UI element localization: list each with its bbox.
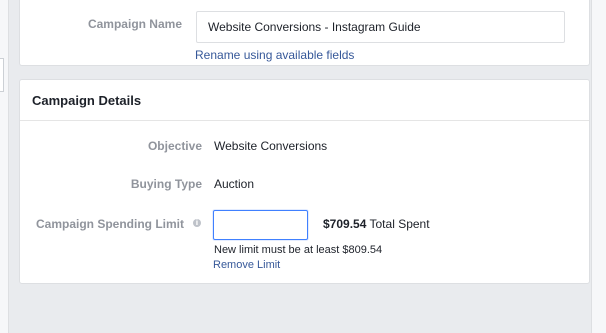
spending-limit-label: Campaign Spending Limit (35, 217, 184, 231)
total-spent-text: $709.54 Total Spent (323, 217, 430, 231)
campaign-name-card: Campaign Name Rename using available fie… (19, 0, 590, 66)
rename-fields-link[interactable]: Rename using available fields (195, 48, 354, 62)
campaign-name-label: Campaign Name (87, 17, 182, 31)
left-panel-tab[interactable] (0, 58, 4, 92)
right-panel-edge (591, 0, 606, 333)
limit-hint: New limit must be at least $809.54 (214, 244, 383, 256)
objective-label: Objective (147, 139, 202, 153)
campaign-details-card: Campaign Details Objective Website Conve… (19, 79, 590, 284)
spent-amount: $709.54 (323, 217, 367, 231)
campaign-details-title: Campaign Details (32, 93, 142, 108)
buying-type-value: Auction (214, 177, 255, 191)
buying-type-label: Buying Type (130, 177, 202, 191)
info-icon[interactable]: i (193, 219, 201, 227)
objective-value: Website Conversions (214, 139, 328, 153)
remove-limit-link[interactable]: Remove Limit (213, 259, 280, 271)
spent-suffix: Total Spent (366, 217, 430, 231)
left-panel-edge (0, 0, 9, 333)
section-divider (20, 120, 589, 121)
campaign-name-input[interactable] (196, 11, 565, 43)
spending-limit-input[interactable] (213, 210, 308, 240)
